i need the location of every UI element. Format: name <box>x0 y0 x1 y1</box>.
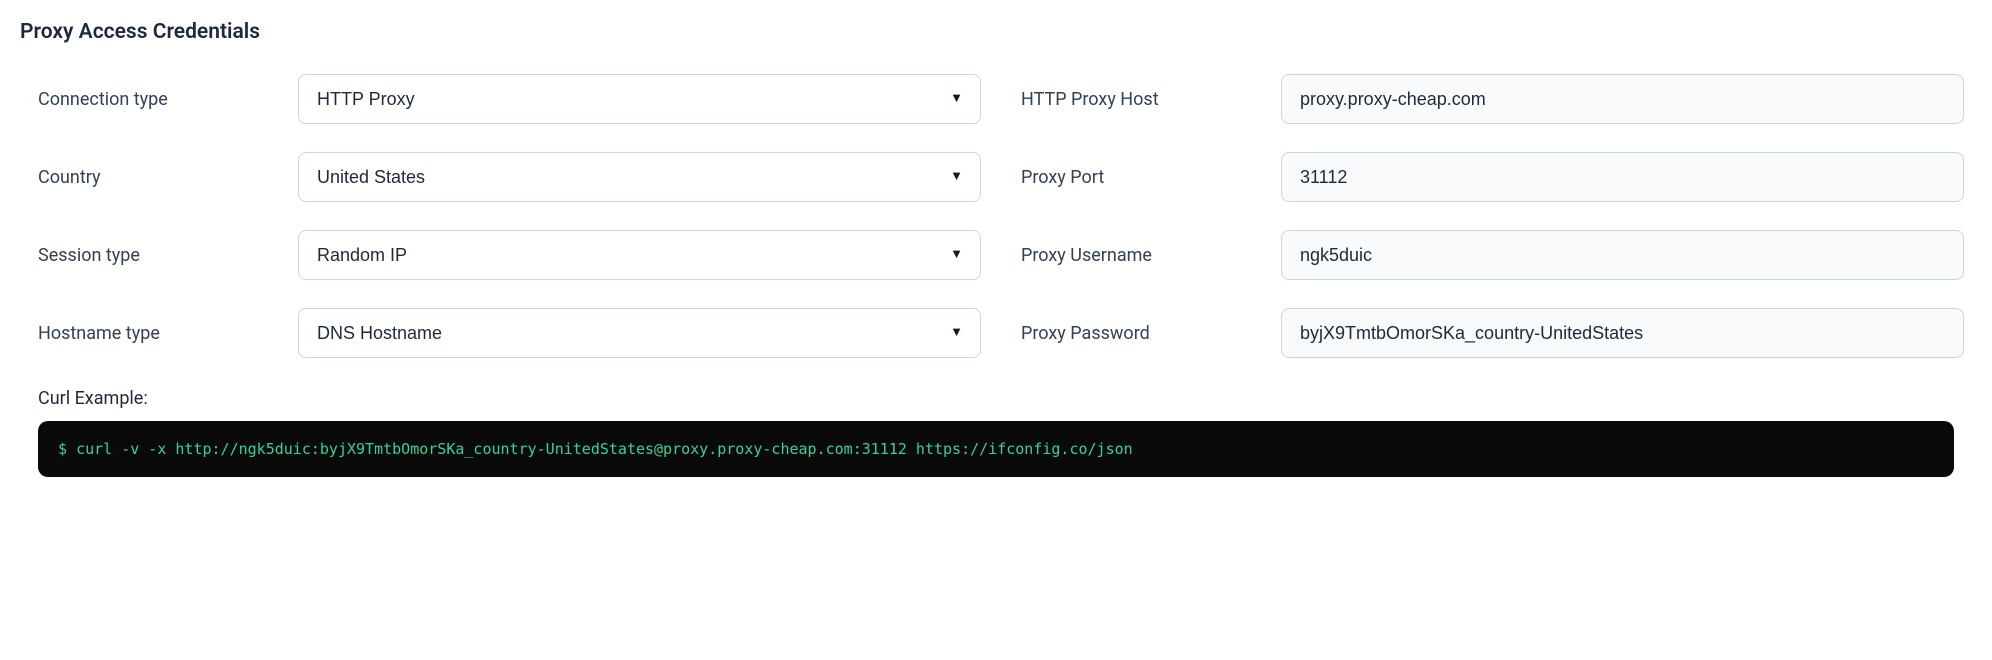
field-proxy-host: HTTP Proxy Host <box>1021 74 1964 124</box>
field-connection-type: Connection type HTTP Proxy ▼ <box>38 74 981 124</box>
input-proxy-host[interactable] <box>1281 74 1964 124</box>
select-session-type-wrap: Random IP ▼ <box>298 230 981 280</box>
field-proxy-port: Proxy Port <box>1021 152 1964 202</box>
select-country-wrap: United States ▼ <box>298 152 981 202</box>
select-hostname-type[interactable]: DNS Hostname <box>298 308 981 358</box>
input-proxy-password[interactable] <box>1281 308 1964 358</box>
input-proxy-port[interactable] <box>1281 152 1964 202</box>
label-proxy-username: Proxy Username <box>1021 245 1281 266</box>
label-connection-type: Connection type <box>38 89 298 110</box>
terminal-command: curl -v -x http://ngk5duic:byjX9TmtbOmor… <box>76 440 1133 458</box>
field-proxy-password: Proxy Password <box>1021 308 1964 358</box>
field-session-type: Session type Random IP ▼ <box>38 230 981 280</box>
terminal-prompt: $ <box>58 440 67 458</box>
field-country: Country United States ▼ <box>38 152 981 202</box>
label-session-type: Session type <box>38 245 298 266</box>
select-country[interactable]: United States <box>298 152 981 202</box>
field-hostname-type: Hostname type DNS Hostname ▼ <box>38 308 981 358</box>
select-session-type[interactable]: Random IP <box>298 230 981 280</box>
page-heading: Proxy Access Credentials <box>20 20 1972 44</box>
select-connection-type[interactable]: HTTP Proxy <box>298 74 981 124</box>
label-country: Country <box>38 167 298 188</box>
curl-example-label: Curl Example: <box>20 388 1972 409</box>
select-hostname-type-wrap: DNS Hostname ▼ <box>298 308 981 358</box>
label-proxy-port: Proxy Port <box>1021 167 1281 188</box>
field-proxy-username: Proxy Username <box>1021 230 1964 280</box>
label-proxy-password: Proxy Password <box>1021 323 1281 344</box>
curl-example-terminal[interactable]: $ curl -v -x http://ngk5duic:byjX9TmtbOm… <box>38 421 1954 477</box>
label-proxy-host: HTTP Proxy Host <box>1021 89 1281 110</box>
label-hostname-type: Hostname type <box>38 323 298 344</box>
credentials-form: Connection type HTTP Proxy ▼ HTTP Proxy … <box>20 74 1972 358</box>
select-connection-type-wrap: HTTP Proxy ▼ <box>298 74 981 124</box>
input-proxy-username[interactable] <box>1281 230 1964 280</box>
